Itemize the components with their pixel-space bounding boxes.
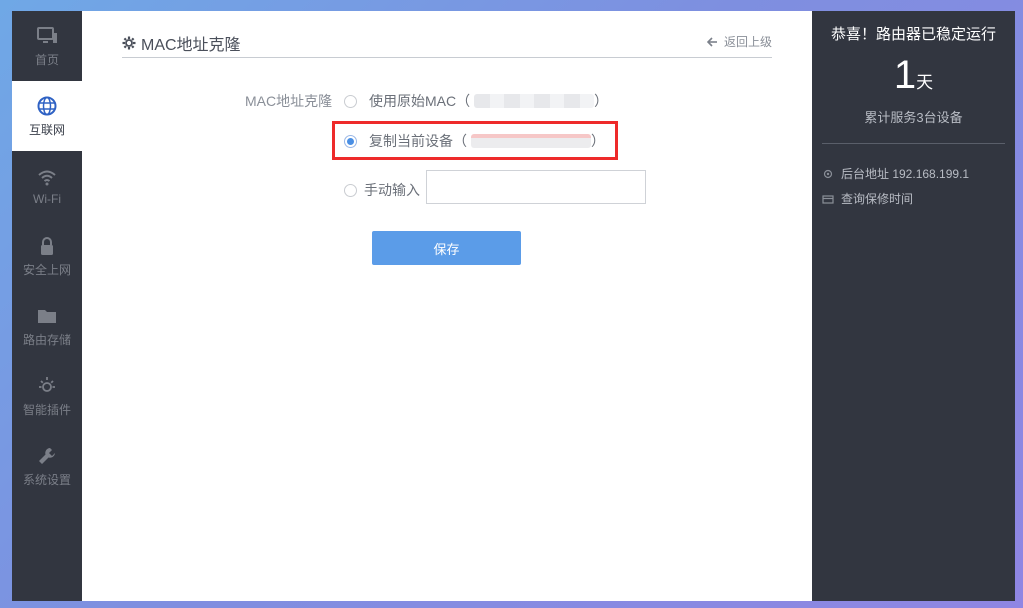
wifi-icon [38, 170, 56, 186]
sidebar-item-settings[interactable]: 系统设置 [12, 431, 82, 501]
app-frame: 首页 互联网 Wi-Fi 安全上网 路由存储 智能插件 系统设置 MAC地址克隆… [12, 11, 1015, 601]
monitor-icon [37, 26, 57, 43]
radio-original-mac[interactable] [344, 94, 357, 108]
field-label: MAC地址克隆 [245, 93, 333, 109]
sidebar-item-label: 路由存储 [22, 332, 71, 347]
radio-manual[interactable] [344, 183, 357, 197]
sidebar-item-storage[interactable]: 路由存储 [12, 291, 82, 361]
warranty-link[interactable]: 查询保修时间 [841, 190, 913, 207]
status-divider [822, 143, 1005, 144]
sidebar-item-label: 首页 [34, 52, 59, 67]
uptime-days: 1天 [812, 53, 1015, 98]
admin-address-row: 后台地址 192.168.199.1 [822, 165, 969, 182]
globe-icon [37, 96, 57, 115]
option-label: 手动输入 [364, 182, 420, 198]
gear-small-icon [823, 169, 833, 178]
sidebar-item-security[interactable]: 安全上网 [12, 221, 82, 291]
arrow-left-icon [706, 36, 717, 47]
gear-icon [122, 36, 136, 50]
folder-icon [38, 309, 56, 323]
warranty-row[interactable]: 查询保修时间 [822, 190, 913, 207]
sidebar-item-wifi[interactable]: Wi-Fi [12, 151, 82, 221]
sidebar-item-home[interactable]: 首页 [12, 11, 82, 81]
sidebar-item-label: 系统设置 [22, 472, 71, 487]
uptime-unit: 天 [916, 73, 934, 92]
sidebar-item-label: 智能插件 [22, 402, 71, 417]
highlight-annotation [332, 121, 618, 160]
card-icon [822, 194, 834, 204]
sidebar-item-label: Wi-Fi [33, 192, 61, 206]
back-link-label: 返回上级 [723, 35, 772, 49]
uptime-number: 1 [893, 53, 917, 97]
sidebar-item-label: 安全上网 [22, 262, 71, 277]
option-label: 使用原始MAC（ [369, 93, 471, 109]
sidebar-item-label: 互联网 [28, 122, 65, 137]
lock-icon [41, 236, 53, 255]
sun-icon [39, 376, 55, 392]
sidebar-item-internet[interactable]: 互联网 [12, 81, 82, 151]
wrench-icon [39, 447, 55, 464]
mac-clone-label-row: MAC地址克隆 [245, 91, 332, 111]
title-divider [122, 57, 772, 58]
save-button[interactable]: 保存 [372, 231, 521, 265]
devices-served: 累计服务3台设备 [864, 110, 963, 125]
admin-address: 后台地址 192.168.199.1 [841, 167, 970, 181]
back-link[interactable]: 返回上级 [706, 33, 772, 50]
option-close: ） [594, 93, 609, 109]
sidebar: 首页 互联网 Wi-Fi 安全上网 路由存储 智能插件 系统设置 [12, 11, 82, 601]
page-title: MAC地址克隆 [122, 31, 241, 55]
sidebar-item-plugins[interactable]: 智能插件 [12, 361, 82, 431]
redacted-mac [474, 94, 595, 108]
option-manual[interactable]: 手动输入 [344, 180, 420, 200]
manual-mac-input[interactable] [426, 170, 646, 204]
option-original-mac[interactable]: 使用原始MAC（ ） [344, 91, 608, 111]
main-panel: MAC地址克隆 返回上级 MAC地址克隆 使用原始MAC（ ） 复制当前设备（ … [82, 11, 812, 601]
status-title: 恭喜！路由器已稳定运行 [830, 26, 996, 43]
page-title-text: MAC地址克隆 [141, 37, 241, 54]
status-panel: 恭喜！路由器已稳定运行 1天 累计服务3台设备 后台地址 192.168.199… [812, 11, 1015, 601]
